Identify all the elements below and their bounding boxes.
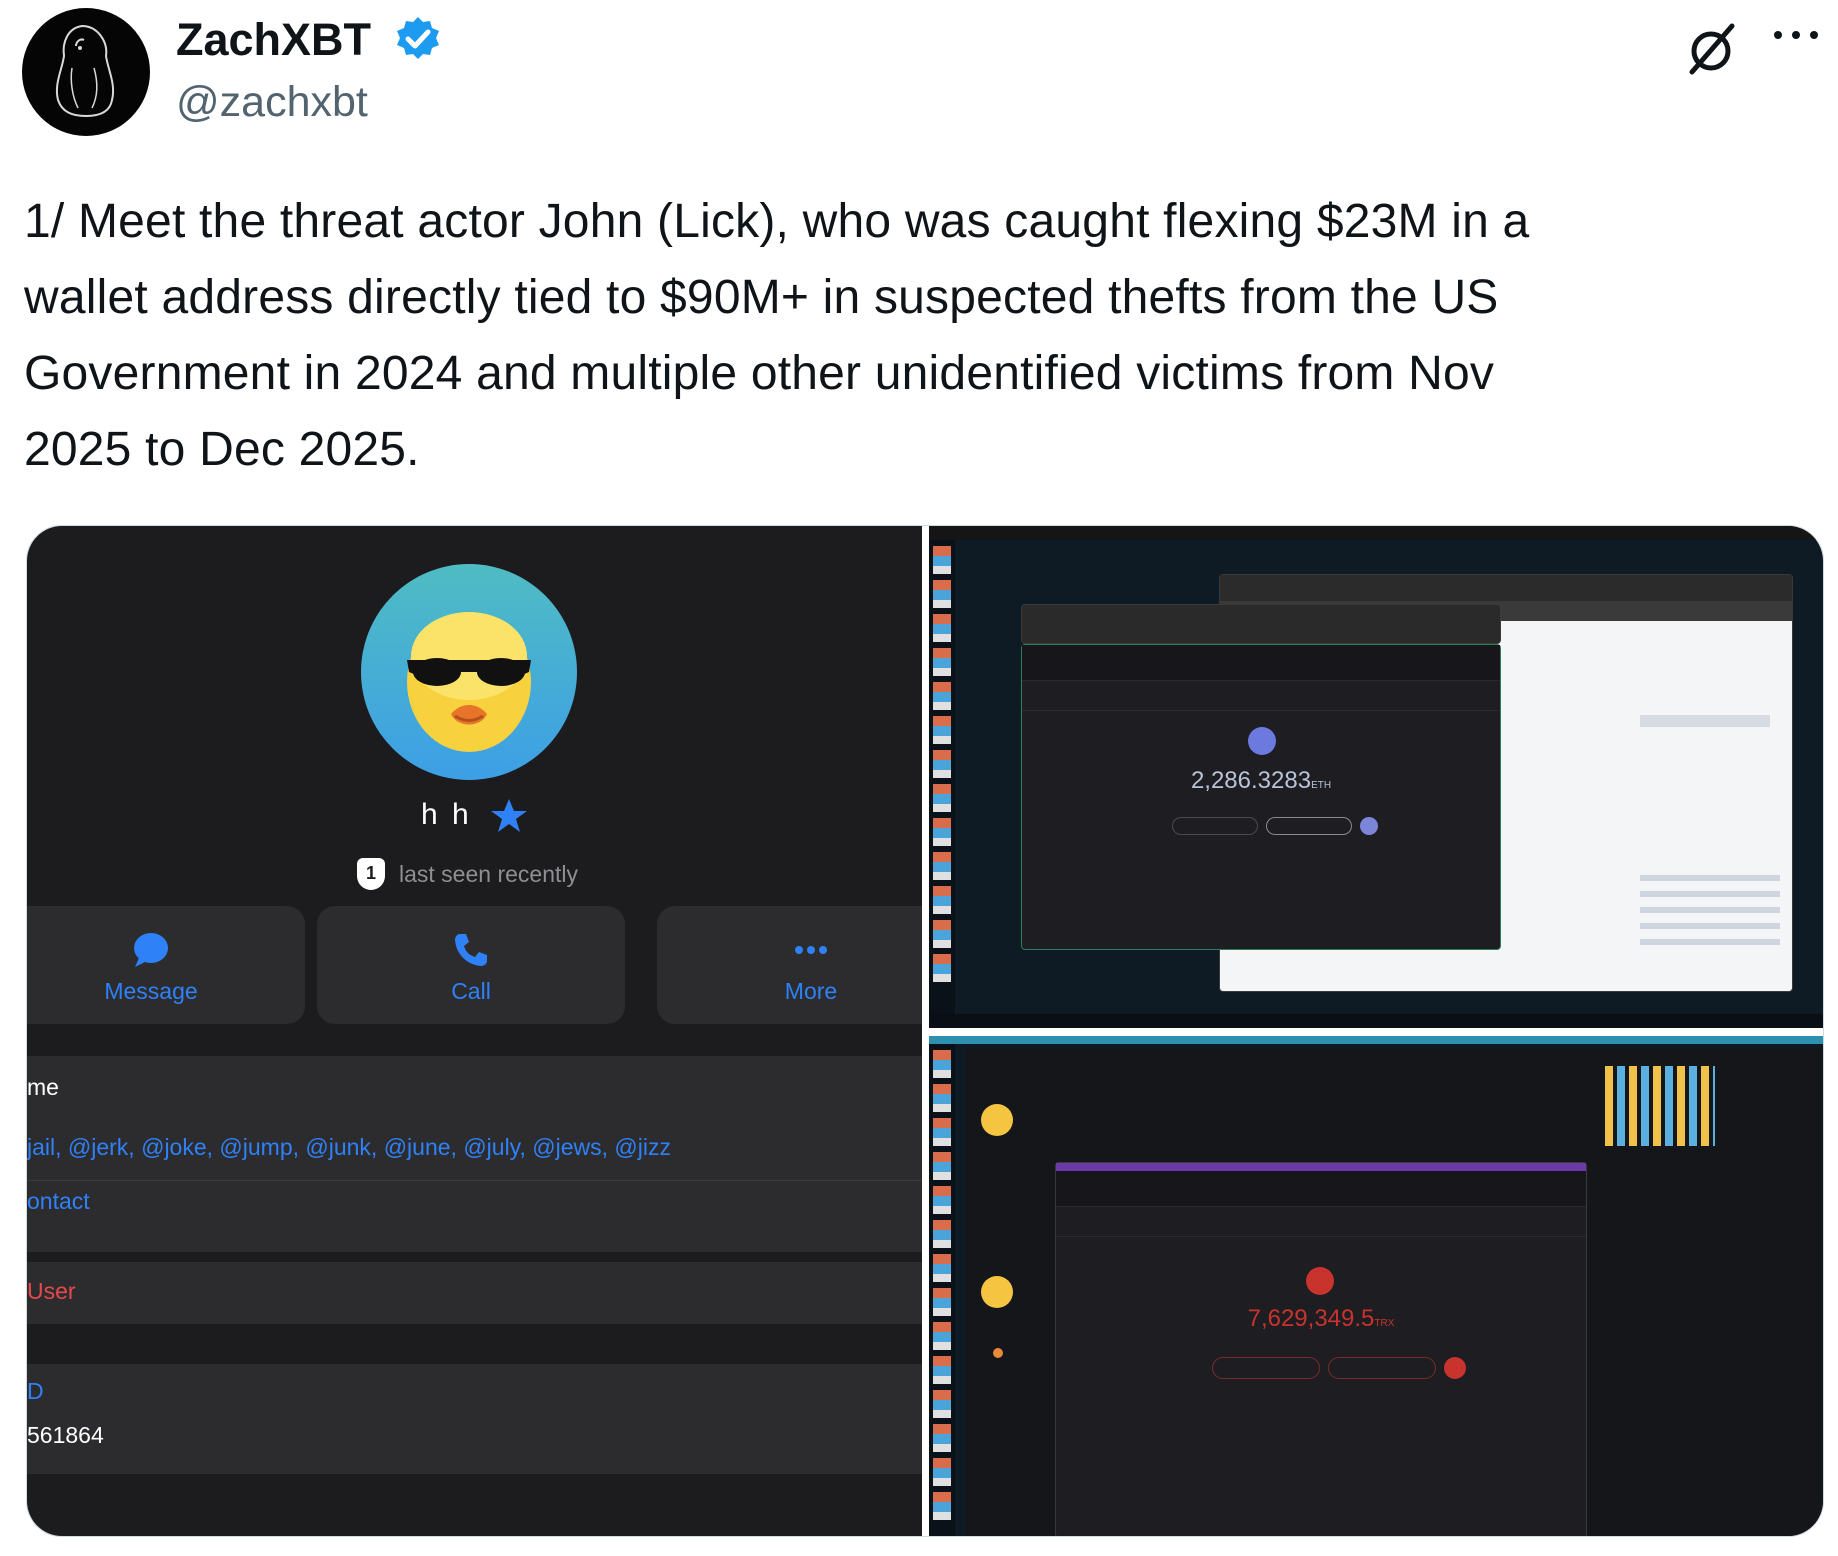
eth-unit: ETH bbox=[1311, 780, 1332, 791]
browser-tab-strip bbox=[1021, 604, 1501, 644]
id-row: D 561864 bbox=[27, 1364, 922, 1474]
author-avatar[interactable] bbox=[22, 8, 150, 136]
last-seen-status: last seen recently bbox=[399, 860, 578, 887]
block-user-label: User bbox=[27, 1278, 76, 1304]
trx-swap-icon[interactable] bbox=[1444, 1357, 1466, 1379]
more-dots-icon bbox=[795, 946, 827, 954]
eth-wallet-desktop-screenshot[interactable]: 2,286.3283ETH bbox=[929, 526, 1823, 1028]
verified-badge-icon bbox=[397, 17, 439, 59]
block-user-row[interactable]: User bbox=[27, 1262, 922, 1324]
media-grid[interactable]: h h 1 last seen recently Message Call Mo… bbox=[26, 525, 1824, 1537]
wallet-window: 2,286.3283ETH bbox=[1021, 644, 1501, 950]
message-bubble-icon bbox=[134, 933, 168, 967]
sunglasses-emoji-icon bbox=[407, 612, 531, 752]
dock-sidebar-2 bbox=[929, 1044, 955, 1536]
status-row: 1 last seen recently bbox=[357, 858, 578, 890]
id-label: D bbox=[27, 1378, 44, 1404]
trx-token-icon bbox=[1306, 1267, 1334, 1295]
more-button[interactable]: More bbox=[657, 906, 922, 1024]
message-label: Message bbox=[104, 978, 198, 1004]
profile-photo bbox=[361, 564, 577, 780]
eth-token-icon bbox=[1248, 727, 1276, 755]
profile-name: h h bbox=[421, 798, 472, 831]
trx-receive-button[interactable] bbox=[1328, 1357, 1436, 1379]
trx-unit: TRX bbox=[1374, 1318, 1395, 1329]
call-button[interactable]: Call bbox=[317, 906, 625, 1024]
receive-button[interactable] bbox=[1266, 817, 1352, 835]
trx-balance: 7,629,349.5 bbox=[1247, 1305, 1375, 1332]
more-label: More bbox=[784, 978, 838, 1004]
more-icon[interactable] bbox=[1770, 20, 1822, 50]
send-button[interactable] bbox=[1172, 817, 1258, 835]
laughing-emoji-icon bbox=[981, 1276, 1013, 1308]
id-value: 561864 bbox=[27, 1422, 104, 1448]
phone-icon bbox=[455, 934, 487, 966]
call-label: Call bbox=[451, 978, 491, 1004]
eth-balance: 2,286.3283 bbox=[1190, 767, 1312, 794]
penguin-avatar-icon bbox=[55, 24, 115, 118]
trx-wallet-window: 7,629,349.5TRX bbox=[1055, 1162, 1587, 1536]
username-section: me jail, @jerk, @joke, @jump, @junk, @ju… bbox=[27, 1056, 922, 1252]
emoji-picker bbox=[1605, 1066, 1715, 1146]
author-handle[interactable]: @zachxbt bbox=[176, 78, 368, 127]
trx-send-button[interactable] bbox=[1212, 1357, 1320, 1379]
username-header: me bbox=[27, 1074, 59, 1100]
telegram-profile-screenshot[interactable]: h h 1 last seen recently Message Call Mo… bbox=[27, 526, 922, 1536]
swap-icon[interactable] bbox=[1360, 817, 1378, 835]
grok-icon[interactable] bbox=[1682, 20, 1740, 78]
status-shield-badge: 1 bbox=[357, 858, 385, 890]
premium-star-icon[interactable] bbox=[489, 796, 529, 836]
dock-sidebar bbox=[929, 540, 955, 1028]
contact-link[interactable]: ontact bbox=[27, 1188, 90, 1215]
message-button[interactable]: Message bbox=[27, 906, 305, 1024]
usernames-list[interactable]: jail, @jerk, @joke, @jump, @junk, @june,… bbox=[27, 1134, 671, 1161]
author-name[interactable]: ZachXBT bbox=[176, 14, 371, 66]
trx-wallet-desktop-screenshot[interactable]: 7,629,349.5TRX bbox=[929, 1036, 1823, 1536]
tweet-text: 1/ Meet the threat actor John (Lick), wh… bbox=[24, 195, 1530, 476]
crying-emoji-icon bbox=[981, 1104, 1013, 1136]
